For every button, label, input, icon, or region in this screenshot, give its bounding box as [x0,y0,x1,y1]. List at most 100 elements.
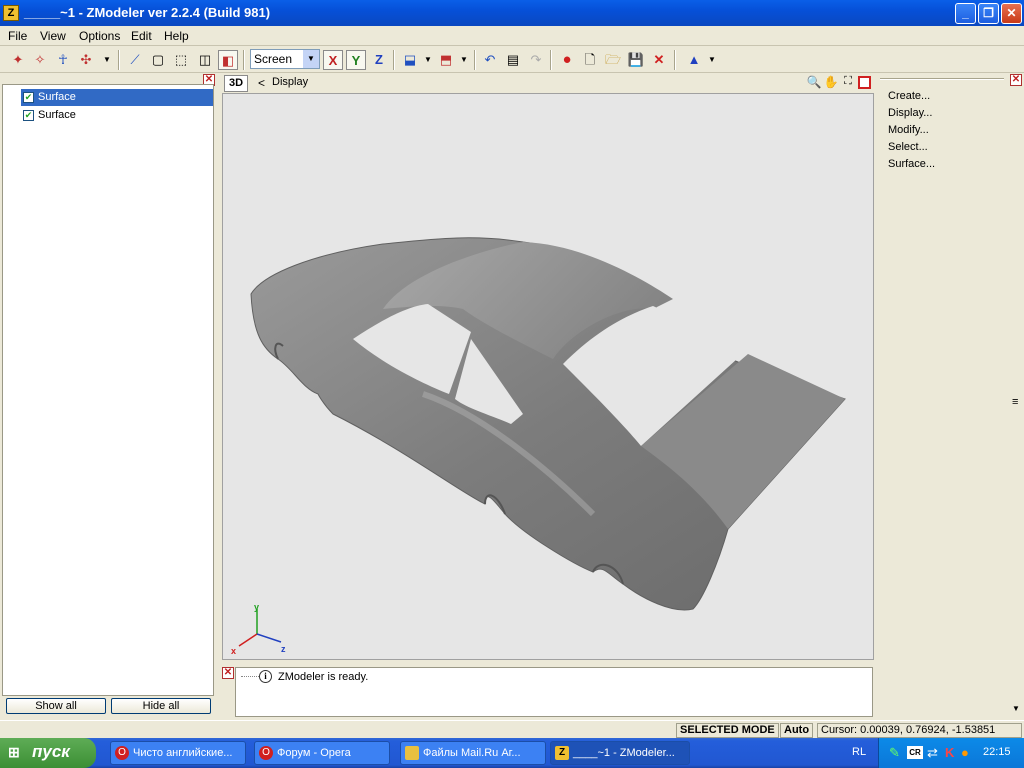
clock: 22:15 [983,746,1011,758]
show-all-button[interactable]: Show all [6,698,106,714]
vertex-mode-icon[interactable]: ⟋ [125,50,145,70]
walk-icon[interactable]: ☥ [53,50,73,70]
window-title: _____~1 - ZModeler ver 2.2.4 (Build 981) [24,5,271,20]
close-button[interactable]: ✕ [1001,3,1022,24]
taskbar-item-label: ____~1 - ZModeler... [573,747,675,759]
cube-solid-icon[interactable]: ◫ [195,50,215,70]
hide-all-button[interactable]: Hide all [111,698,211,714]
coord-system-value: Screen [254,52,293,66]
command-panel: ✕ Create... Display... Modify... Select.… [878,74,1024,720]
status-cursor: Cursor: 0.00039, 0.76924, -1.53851 [817,723,1022,738]
zoom-icon[interactable]: 🔍 [806,75,822,91]
command-modify[interactable]: Modify... [888,124,929,136]
select-vertex-icon[interactable]: ✦ [8,50,28,70]
checkbox[interactable]: ✔ [23,110,34,121]
taskbar-item[interactable]: O Чисто английские... [110,741,246,765]
fit-view-icon[interactable]: ⛶ [840,75,856,91]
command-display[interactable]: Display... [888,107,932,119]
axis-z-toggle[interactable]: Z [369,50,389,70]
command-create[interactable]: Create... [888,90,930,102]
minimize-button[interactable]: _ [955,3,976,24]
axis-x-toggle[interactable]: X [323,50,343,70]
menu-options[interactable]: Options [79,29,120,43]
object-list[interactable]: ✔ Surface ✔ Surface [2,84,214,696]
chevron-down-icon[interactable]: ▼ [454,50,474,70]
title-bar[interactable]: Z _____~1 - ZModeler ver 2.2.4 (Build 98… [0,0,1024,26]
taskbar: ⊞ пуск O Чисто английские... O Форум - O… [0,738,1024,768]
list-item[interactable]: ✔ Surface [21,89,213,106]
command-surface[interactable]: Surface... [888,158,935,170]
cone-icon[interactable]: ▲ [684,50,704,70]
record-icon[interactable]: ● [557,50,577,70]
tray-badge-icon[interactable]: CR [907,746,923,759]
close-icon[interactable]: ✕ [1010,74,1022,86]
menu-edit[interactable]: Edit [131,29,152,43]
chevron-down-icon[interactable]: ▼ [418,50,438,70]
car-model [238,237,846,647]
tray-orange-icon[interactable]: ● [961,745,969,760]
viewport-header: 3D < Display 🔍 ✋ ⛶ [222,74,874,93]
export-icon[interactable]: ⬒ [436,50,456,70]
antivirus-icon[interactable]: K [945,745,954,760]
viewport-mode-button[interactable]: 3D [224,75,248,92]
command-select[interactable]: Select... [888,141,928,153]
taskbar-item-active[interactable]: Z ____~1 - ZModeler... [550,741,690,765]
tray-app-icon[interactable]: ✎ [889,745,900,761]
pan-hand-icon[interactable]: ✋ [823,75,839,91]
import-icon[interactable]: ⬓ [400,50,420,70]
list-item[interactable]: ✔ Surface [21,107,213,124]
chevron-down-icon[interactable]: ▼ [702,50,722,70]
redo-icon[interactable]: ↷ [526,50,546,70]
taskbar-item-label: Чисто английские... [133,747,233,759]
back-arrow-icon[interactable]: < [258,76,265,90]
object-list-panel: ✕ ✔ Surface ✔ Surface Show all Hide all [0,74,217,720]
menu-bar: File View Options Edit Help [0,26,1024,46]
start-button[interactable]: ⊞ пуск [0,738,96,768]
cube-icon[interactable]: ⬚ [171,50,191,70]
menu-help[interactable]: Help [164,29,189,43]
log-message: ZModeler is ready. [278,671,369,683]
maximize-viewport-icon[interactable] [858,76,871,89]
3d-viewport[interactable]: y x z [222,93,874,660]
maximize-button[interactable]: ❐ [978,3,999,24]
zmodeler-icon: Z [555,746,569,760]
checkbox[interactable]: ✔ [23,92,34,103]
coord-system-select[interactable]: Screen ▼ [250,49,320,69]
scroll-down-icon[interactable]: ▼ [1012,704,1020,713]
system-tray: ✎ CR ⇄ K ● 22:15 [878,738,1024,768]
delete-icon[interactable]: ✕ [649,50,669,70]
taskbar-item-label: Форум - Opera [277,747,351,759]
list-item-label: Surface [38,109,76,121]
menu-file[interactable]: File [8,29,27,43]
new-file-icon[interactable]: 🗋 [580,50,600,70]
axis-x-label: x [231,646,237,656]
splitter-grip-icon[interactable]: ≡ [1012,396,1018,408]
network-icon[interactable]: ⇄ [927,745,938,761]
log-panel[interactable]: i ZModeler is ready. [235,667,873,717]
chevron-down-icon[interactable]: ▼ [303,50,319,68]
select-face-icon[interactable]: ✧ [30,50,50,70]
save-icon[interactable]: 💾 [626,50,646,70]
status-auto[interactable]: Auto [780,723,814,738]
status-mode: SELECTED MODE [676,723,779,738]
x-axis-line [238,633,258,647]
toolbar: ✦ ✧ ☥ ✣ ▼ ⟋ ▢ ⬚ ◫ ◧ Screen ▼ X Y Z ⬓ ▼ ⬒… [0,46,1024,73]
display-breadcrumb[interactable]: Display [272,76,308,88]
open-folder-icon[interactable]: 🗁 [603,50,623,70]
menu-view[interactable]: View [40,29,66,43]
language-indicator[interactable]: RL [852,746,866,758]
app-icon[interactable]: Z [3,5,19,21]
object-mode-icon[interactable]: ◧ [218,50,238,70]
properties-icon[interactable]: ▤ [503,50,523,70]
chevron-down-icon[interactable]: ▼ [97,50,117,70]
axis-y-toggle[interactable]: Y [346,50,366,70]
box-icon[interactable]: ▢ [148,50,168,70]
taskbar-item[interactable]: O Форум - Opera [254,741,390,765]
folder-icon [405,746,419,760]
close-icon[interactable]: ✕ [222,667,234,679]
undo-icon[interactable]: ↶ [480,50,500,70]
z-axis-line [256,633,282,643]
select-object-icon[interactable]: ✣ [76,50,96,70]
info-icon: i [259,670,272,683]
taskbar-item[interactable]: Файлы Mail.Ru Аг... [400,741,546,765]
